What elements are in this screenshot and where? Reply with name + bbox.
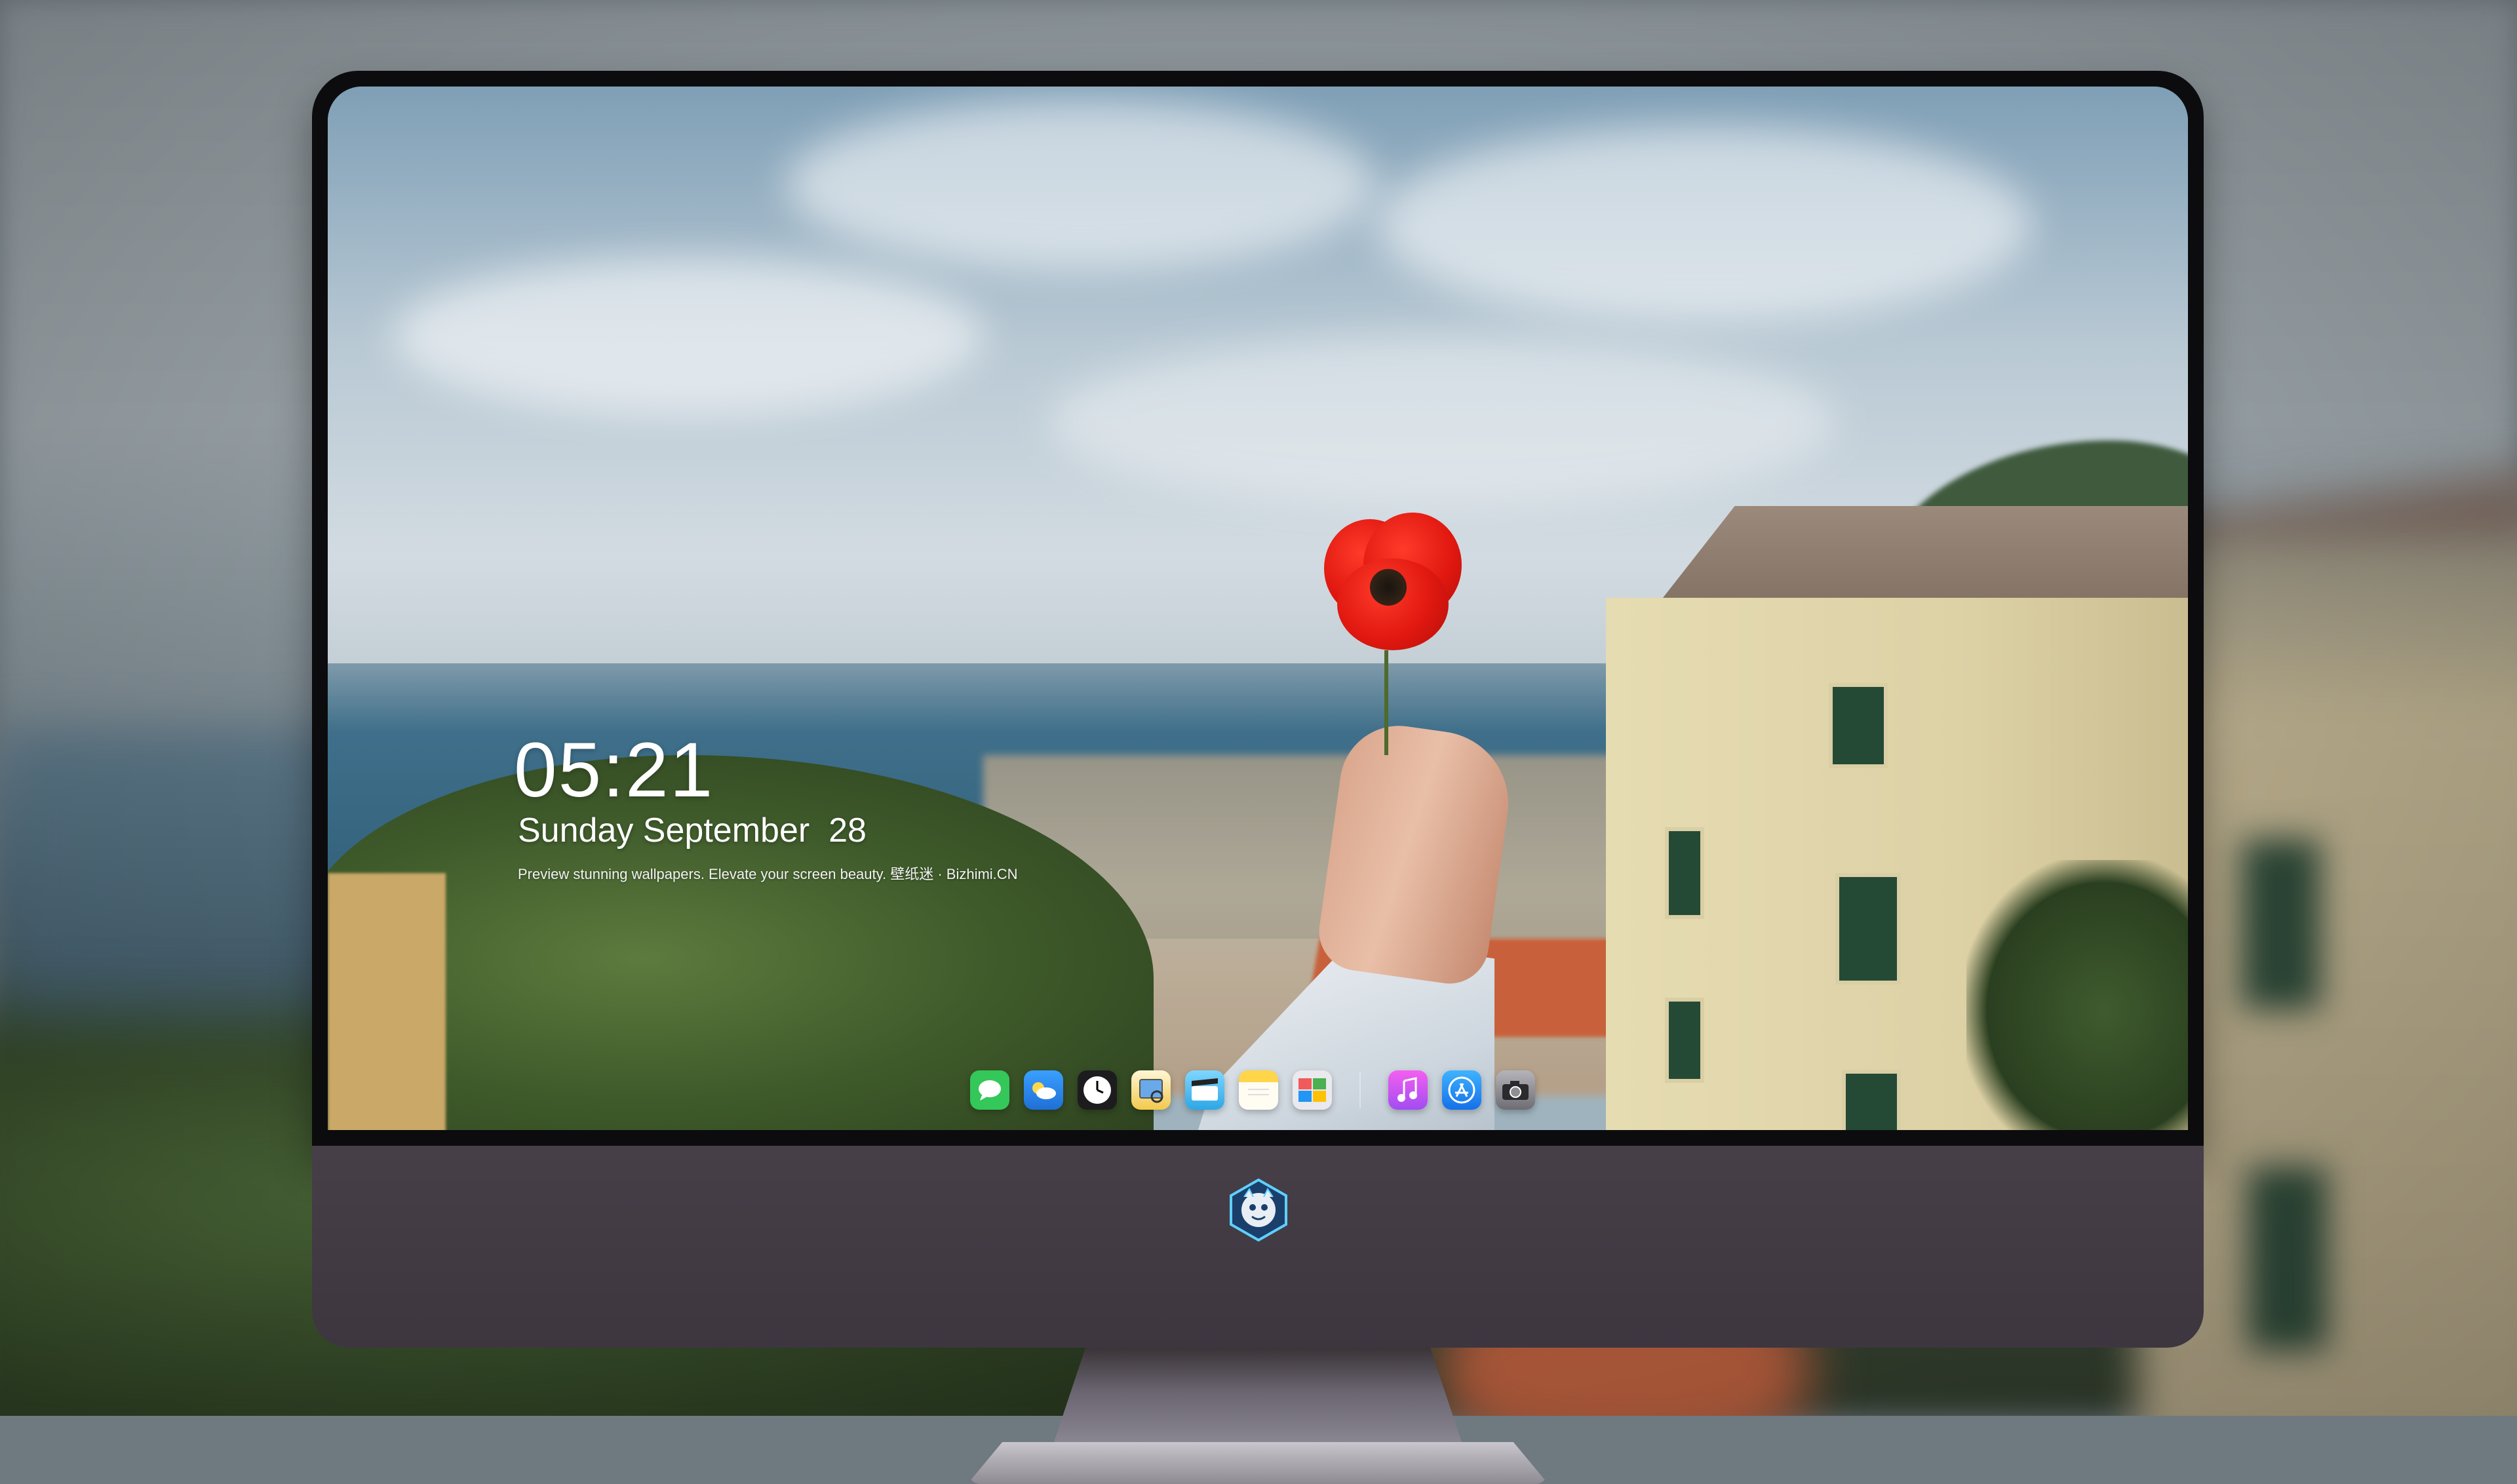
wallpaper-window bbox=[1842, 1070, 1901, 1130]
wallpaper-cloud bbox=[393, 257, 983, 414]
monitor: 05:21 Sunday September 28 Preview stunni… bbox=[312, 71, 2204, 1484]
wallpaper-left-house bbox=[328, 873, 446, 1130]
weather-icon[interactable] bbox=[1024, 1070, 1063, 1110]
camera-icon[interactable] bbox=[1496, 1070, 1535, 1110]
lockscreen-time: 05:21 bbox=[514, 727, 714, 813]
photo-booth-icon[interactable] bbox=[1293, 1070, 1332, 1110]
clock-icon[interactable] bbox=[1078, 1070, 1117, 1110]
wallpaper-window bbox=[1665, 827, 1704, 919]
wallpaper-cloud bbox=[1376, 126, 2032, 322]
lockscreen-date: Sunday September 28 bbox=[518, 811, 867, 849]
clips-icon[interactable] bbox=[1185, 1070, 1224, 1110]
wallpaper-window bbox=[1829, 683, 1888, 768]
itunes-icon[interactable] bbox=[1388, 1070, 1428, 1110]
mascot-logo-icon bbox=[1226, 1177, 1291, 1243]
monitor-stand-base bbox=[967, 1442, 1548, 1484]
monitor-screen: 05:21 Sunday September 28 Preview stunni… bbox=[328, 87, 2188, 1130]
wallpaper-window bbox=[1835, 873, 1901, 985]
dock bbox=[970, 1063, 1535, 1117]
monitor-stand-neck bbox=[1053, 1348, 1463, 1446]
preview-icon[interactable] bbox=[1131, 1070, 1171, 1110]
notes-icon[interactable] bbox=[1239, 1070, 1278, 1110]
flower-stem bbox=[1384, 650, 1388, 755]
wallpaper-window bbox=[1665, 998, 1704, 1083]
wallpaper-cloud bbox=[787, 100, 1376, 270]
monitor-chin bbox=[312, 1146, 2204, 1348]
app-store-icon[interactable] bbox=[1442, 1070, 1481, 1110]
wallpaper-palm bbox=[1966, 860, 2188, 1130]
lockscreen-tagline: Preview stunning wallpapers. Elevate you… bbox=[518, 866, 1018, 882]
dock-separator bbox=[1359, 1072, 1361, 1108]
flower-center bbox=[1370, 569, 1407, 606]
wallpaper-cloud bbox=[1049, 336, 1835, 506]
messages-icon[interactable] bbox=[970, 1070, 1009, 1110]
